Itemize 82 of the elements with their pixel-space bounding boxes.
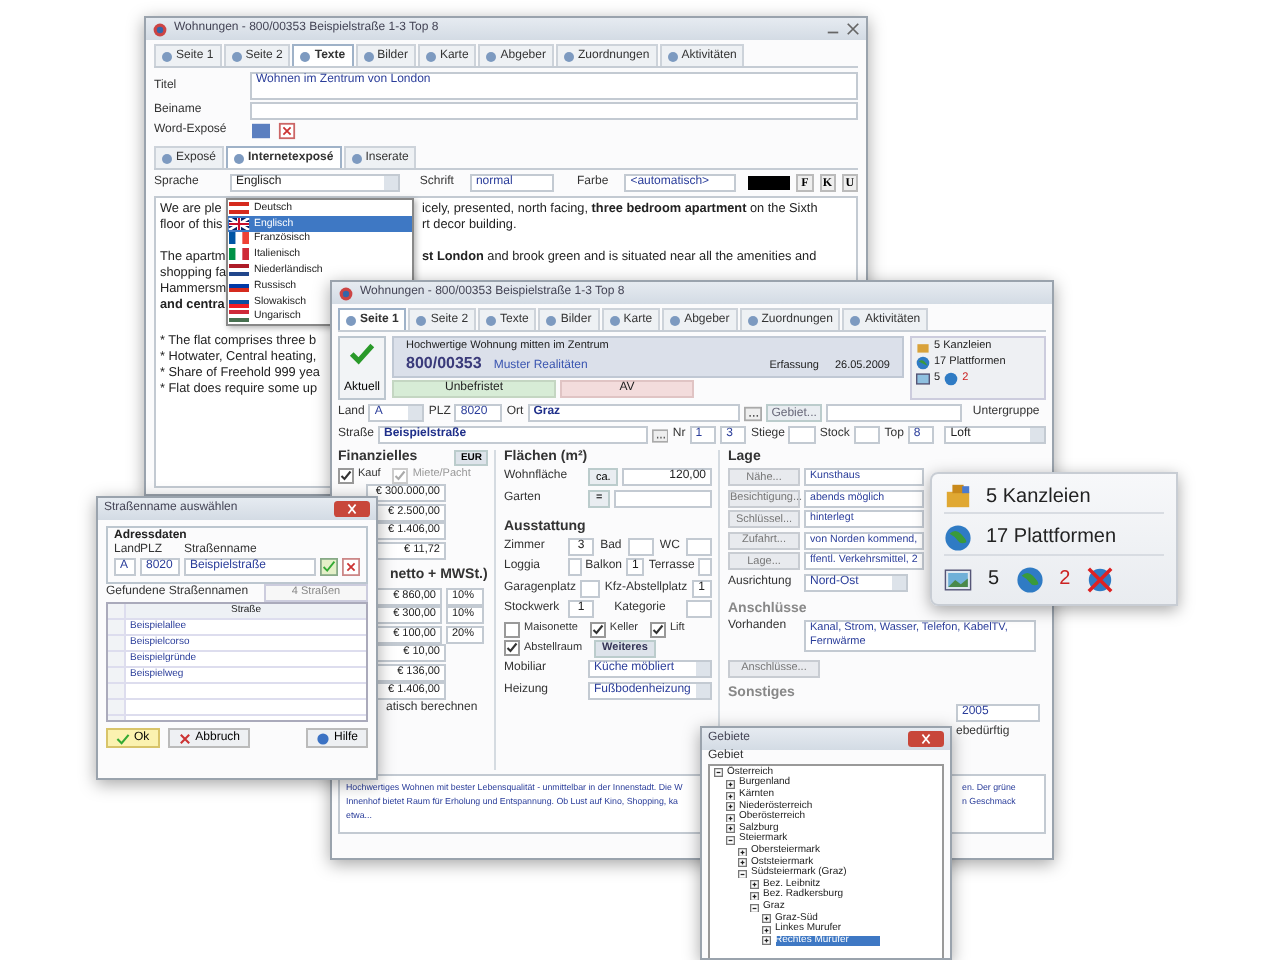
crossed-globe-icon	[1086, 565, 1115, 594]
tab-icon	[563, 51, 574, 61]
object-number: 800/00353	[406, 354, 482, 373]
building-icon	[944, 482, 972, 511]
checkbox[interactable]	[589, 621, 606, 638]
tab-icon	[363, 51, 374, 61]
tab-icon	[416, 315, 427, 325]
app-icon	[152, 21, 168, 37]
count-field[interactable]	[698, 558, 712, 577]
offices-count: 5 Kanzleien	[986, 485, 1091, 509]
tab-icon	[486, 315, 497, 325]
area-field[interactable]	[826, 404, 963, 422]
document-icon[interactable]	[250, 122, 272, 140]
count-field[interactable]	[580, 579, 601, 598]
collapse-icon[interactable]	[714, 768, 723, 778]
checkmark-icon	[116, 731, 130, 746]
help-icon	[315, 731, 330, 746]
expand-icon[interactable]	[726, 802, 735, 812]
tab-icon	[162, 153, 172, 163]
expand-icon[interactable]	[762, 925, 771, 935]
checkbox[interactable]	[649, 621, 666, 638]
online-count: 2	[1059, 567, 1071, 591]
confirm-icon[interactable]	[320, 558, 338, 577]
picture-icon	[944, 565, 972, 594]
expand-icon[interactable]	[750, 891, 759, 901]
app-icon	[338, 285, 354, 301]
expand-icon[interactable]	[726, 791, 735, 801]
tab-icon	[546, 315, 557, 325]
count-field[interactable]	[686, 537, 712, 556]
tab-icon	[351, 153, 362, 163]
flag-icon	[228, 201, 250, 214]
tab-icon	[231, 51, 242, 61]
tab-icon	[670, 315, 681, 325]
area-value-field[interactable]	[614, 489, 712, 508]
expand-icon[interactable]	[738, 847, 747, 857]
expand-icon[interactable]	[726, 780, 735, 790]
tab-icon	[667, 51, 678, 61]
building-icon	[916, 340, 930, 354]
tab-icon	[486, 51, 497, 61]
checkbox[interactable]	[504, 621, 520, 638]
tab-icon	[425, 51, 436, 61]
delete-icon[interactable]	[276, 122, 298, 140]
close-icon[interactable]	[908, 730, 944, 748]
count-field[interactable]	[568, 558, 582, 577]
tab-icon	[850, 315, 861, 325]
flag-icon	[228, 248, 250, 261]
delete-icon[interactable]	[342, 558, 360, 577]
expand-icon[interactable]	[726, 824, 735, 834]
stair-field[interactable]	[788, 426, 816, 444]
checkmark-icon	[348, 342, 376, 366]
collapse-icon[interactable]	[750, 903, 759, 913]
expand-icon[interactable]	[726, 813, 735, 823]
checkbox[interactable]	[338, 467, 354, 484]
tab-icon	[346, 315, 356, 325]
expand-icon[interactable]	[762, 936, 771, 946]
count-field[interactable]	[686, 600, 712, 619]
tab-icon	[300, 51, 311, 61]
floor-field[interactable]	[853, 426, 881, 444]
collapse-icon[interactable]	[726, 836, 735, 845]
globe-icon	[944, 372, 959, 386]
picture-icon	[916, 372, 930, 386]
alias-field[interactable]	[250, 102, 858, 120]
close-icon[interactable]	[846, 22, 860, 36]
expand-icon[interactable]	[762, 914, 771, 924]
more-icon[interactable]	[743, 405, 762, 421]
count-field[interactable]	[627, 537, 654, 556]
close-icon[interactable]	[334, 500, 370, 518]
expand-icon[interactable]	[750, 880, 759, 890]
color-swatch[interactable]	[747, 176, 791, 190]
tab-icon	[162, 51, 172, 61]
globe-icon	[944, 523, 972, 552]
globe-icon	[1015, 565, 1044, 594]
expand-icon[interactable]	[738, 858, 747, 868]
checkbox[interactable]	[504, 640, 520, 657]
tab-icon	[609, 315, 620, 325]
tab-icon	[234, 153, 245, 163]
collapse-icon[interactable]	[738, 869, 747, 879]
cross-icon	[177, 731, 192, 746]
tab-icon	[747, 315, 758, 325]
globe-icon	[916, 356, 930, 370]
images-count: 5	[988, 567, 1000, 591]
platforms-count: 17 Plattformen	[986, 526, 1117, 550]
